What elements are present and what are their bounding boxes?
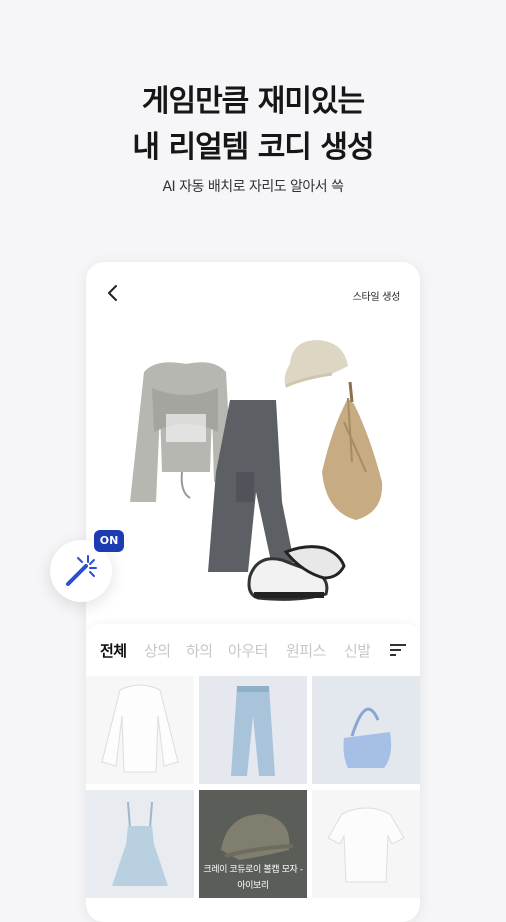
grid-item-white-blouse[interactable]: [86, 676, 194, 784]
sort-filter-icon[interactable]: [390, 642, 406, 661]
grid-item-khaki-cap[interactable]: 크레이 코듀로이 볼캡 모자 - 아이보리: [199, 790, 307, 898]
white-sneakers-item[interactable]: [247, 545, 346, 601]
tab-all[interactable]: 전체: [100, 640, 127, 661]
headline-line2: 내 리얼템 코디 생성: [132, 130, 374, 165]
caption-line2: 아이보리: [237, 881, 269, 891]
beige-drawstring-bag-item[interactable]: [322, 381, 383, 520]
grid-item-caption: 크레이 코듀로이 볼캡 모자 - 아이보리: [199, 862, 307, 894]
category-tabs: 전체 상의 하의 아우터 원피스 신발: [86, 624, 420, 676]
tab-bottoms[interactable]: 하의: [186, 640, 213, 661]
outfit-canvas[interactable]: [86, 322, 420, 652]
tab-outer[interactable]: 아우터: [228, 640, 268, 661]
grid-item-white-crop-top[interactable]: [312, 790, 420, 898]
tab-dress[interactable]: 원피스: [286, 640, 326, 661]
back-arrow-icon[interactable]: [102, 282, 124, 304]
grid-item-light-jeans[interactable]: [199, 676, 307, 784]
beige-cap-item[interactable]: [284, 340, 348, 388]
toggle-on-badge: ON: [94, 530, 124, 552]
header-title: 스타일 생성: [352, 292, 401, 303]
grid-item-blue-mini-dress[interactable]: [86, 790, 194, 898]
headline-line1: 게임만큼 재미있는: [141, 84, 365, 119]
tab-shoes[interactable]: 신발: [344, 640, 371, 661]
style-create-card: 스타일 생성 전체 상의 하의 아우터 원피스 신발 크레이 코듀로이 볼캡 모…: [86, 262, 420, 922]
tab-tops[interactable]: 상의: [144, 640, 171, 661]
subtitle: AI 자동 배치로 자리도 알아서 쓱: [162, 179, 344, 195]
grid-item-blue-shoulder-bag[interactable]: [312, 676, 420, 784]
caption-line1: 크레이 코듀로이 볼캡 모자 -: [203, 865, 303, 875]
